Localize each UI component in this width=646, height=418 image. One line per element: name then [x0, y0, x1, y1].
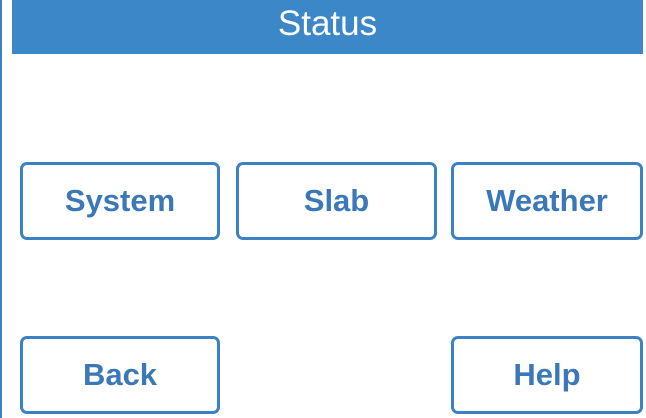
status-screen: Status System Slab Weather Back Help: [0, 0, 646, 418]
weather-button[interactable]: Weather: [451, 162, 643, 240]
slab-button[interactable]: Slab: [236, 162, 437, 240]
back-button[interactable]: Back: [20, 336, 220, 414]
system-button[interactable]: System: [20, 162, 220, 240]
title-bar: Status: [12, 0, 643, 54]
help-button[interactable]: Help: [451, 336, 643, 414]
page-title: Status: [277, 3, 378, 43]
